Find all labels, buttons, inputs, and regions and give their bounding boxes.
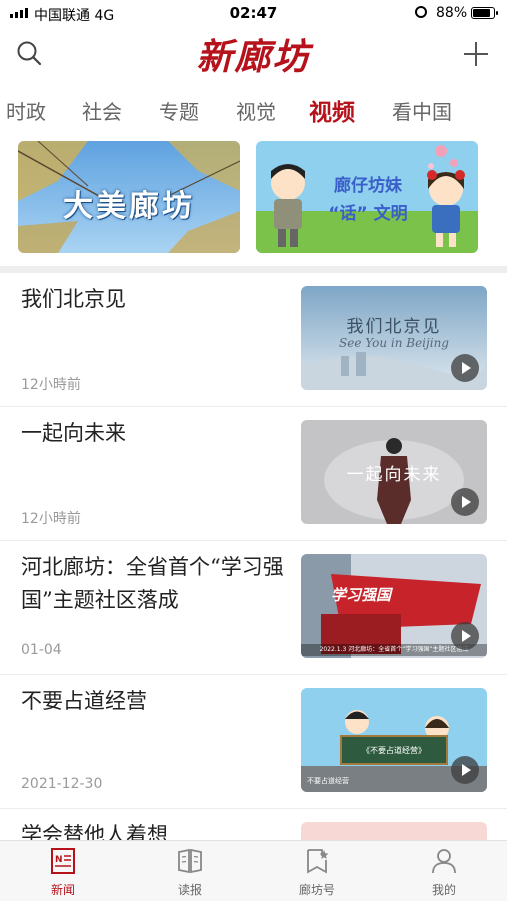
news-thumbnail: 我们北京见 See You in Beijing: [301, 286, 487, 390]
news-item[interactable]: 河北廊坊：全省首个“学习强国”主题社区落成 01-04 学习强国 2022.1.…: [0, 541, 507, 675]
bookmark-star-icon: [307, 849, 329, 874]
nav-read-paper-label: 读报: [177, 883, 202, 897]
app-logo: 新廊坊: [196, 36, 311, 78]
tab-shizheng[interactable]: 时政: [6, 96, 46, 125]
news-title: 我们北京见: [21, 287, 126, 311]
news-item[interactable]: 我们北京见 12小時前 我们北京见 See You in Beijing: [0, 273, 507, 407]
news-icon: N: [51, 848, 75, 874]
tab-shijue[interactable]: 视觉: [236, 96, 276, 125]
tab-kanzhongguo[interactable]: 看中国: [392, 96, 452, 125]
banner-langzai-fangmei[interactable]: 廊仔坊妹 “话” 文明: [256, 141, 478, 253]
thumb-title: 一起向未来: [346, 465, 442, 485]
tab-shehui[interactable]: 社会: [82, 96, 122, 125]
news-time: 2021-12-30: [21, 776, 103, 792]
nav-profile[interactable]: 我的: [381, 841, 507, 901]
thumb-caption: 不要占道经营: [307, 777, 349, 785]
svg-text:N: N: [55, 855, 63, 865]
thumb-title: 《不要占道经营》: [362, 746, 426, 755]
news-thumbnail: 一起向未来: [301, 420, 487, 524]
banner-da-mei-langfang[interactable]: 大美廊坊: [18, 141, 240, 253]
thumb-title: 我们北京见: [346, 317, 442, 337]
news-item[interactable]: 不要占道经营 2021-12-30 《不要占道经营》 不要占道经营: [0, 675, 507, 809]
nav-langfang-account[interactable]: 廊坊号: [254, 841, 380, 901]
banner-text-line1: 廊仔坊妹: [334, 176, 402, 196]
app-header: 新廊坊: [0, 28, 507, 78]
news-item[interactable]: 一起向未来 12小時前 一起向未来: [0, 407, 507, 541]
news-title: 河北廊坊：全省首个“学习强国”主题社区落成: [21, 555, 284, 612]
news-thumbnail: 学习强国 2022.1.3 河北廊坊：全省首个“学习强国”主题社区落成: [301, 554, 487, 658]
battery-percent: 88%: [436, 5, 468, 21]
channel-tabs: 时政 社会 专题 视觉 视频 看中国: [0, 90, 507, 130]
status-bar: 中国联通 4G 02:47 88%: [0, 0, 507, 28]
news-title: 不要占道经营: [21, 689, 147, 713]
battery-icon: [471, 7, 498, 19]
nav-news[interactable]: N 新闻: [0, 841, 126, 901]
news-title: 一起向未来: [21, 421, 126, 445]
bottom-nav: N 新闻 读报 廊坊号 我的: [0, 840, 507, 901]
thumb-title: 学习强国: [331, 586, 392, 604]
add-icon[interactable]: [462, 40, 490, 68]
tab-zhuanti[interactable]: 专题: [159, 96, 199, 125]
banner-text: 大美廊坊: [63, 189, 195, 224]
news-thumbnail: 《不要占道经营》 不要占道经营: [301, 688, 487, 792]
clock: 02:47: [229, 4, 278, 22]
play-icon: [451, 354, 479, 382]
banner-image: [256, 141, 478, 253]
play-icon: [451, 756, 479, 784]
user-icon: [432, 849, 456, 874]
news-time: 01-04: [21, 642, 62, 658]
news-time: 12小時前: [21, 377, 81, 393]
thumb-subtitle: See You in Beijing: [339, 336, 449, 350]
news-time: 12小時前: [21, 511, 81, 527]
nav-langfang-account-label: 廊坊号: [298, 883, 335, 897]
play-icon: [451, 488, 479, 516]
nav-news-label: 新闻: [50, 883, 75, 897]
book-icon: [178, 848, 202, 874]
banner-text-line2: “话” 文明: [328, 204, 408, 224]
play-icon: [451, 622, 479, 650]
nav-read-paper[interactable]: 读报: [127, 841, 253, 901]
nav-profile-label: 我的: [431, 883, 456, 897]
tab-shipin[interactable]: 视频: [309, 93, 355, 127]
orientation-lock-icon: [415, 6, 427, 18]
section-divider: [0, 266, 507, 273]
